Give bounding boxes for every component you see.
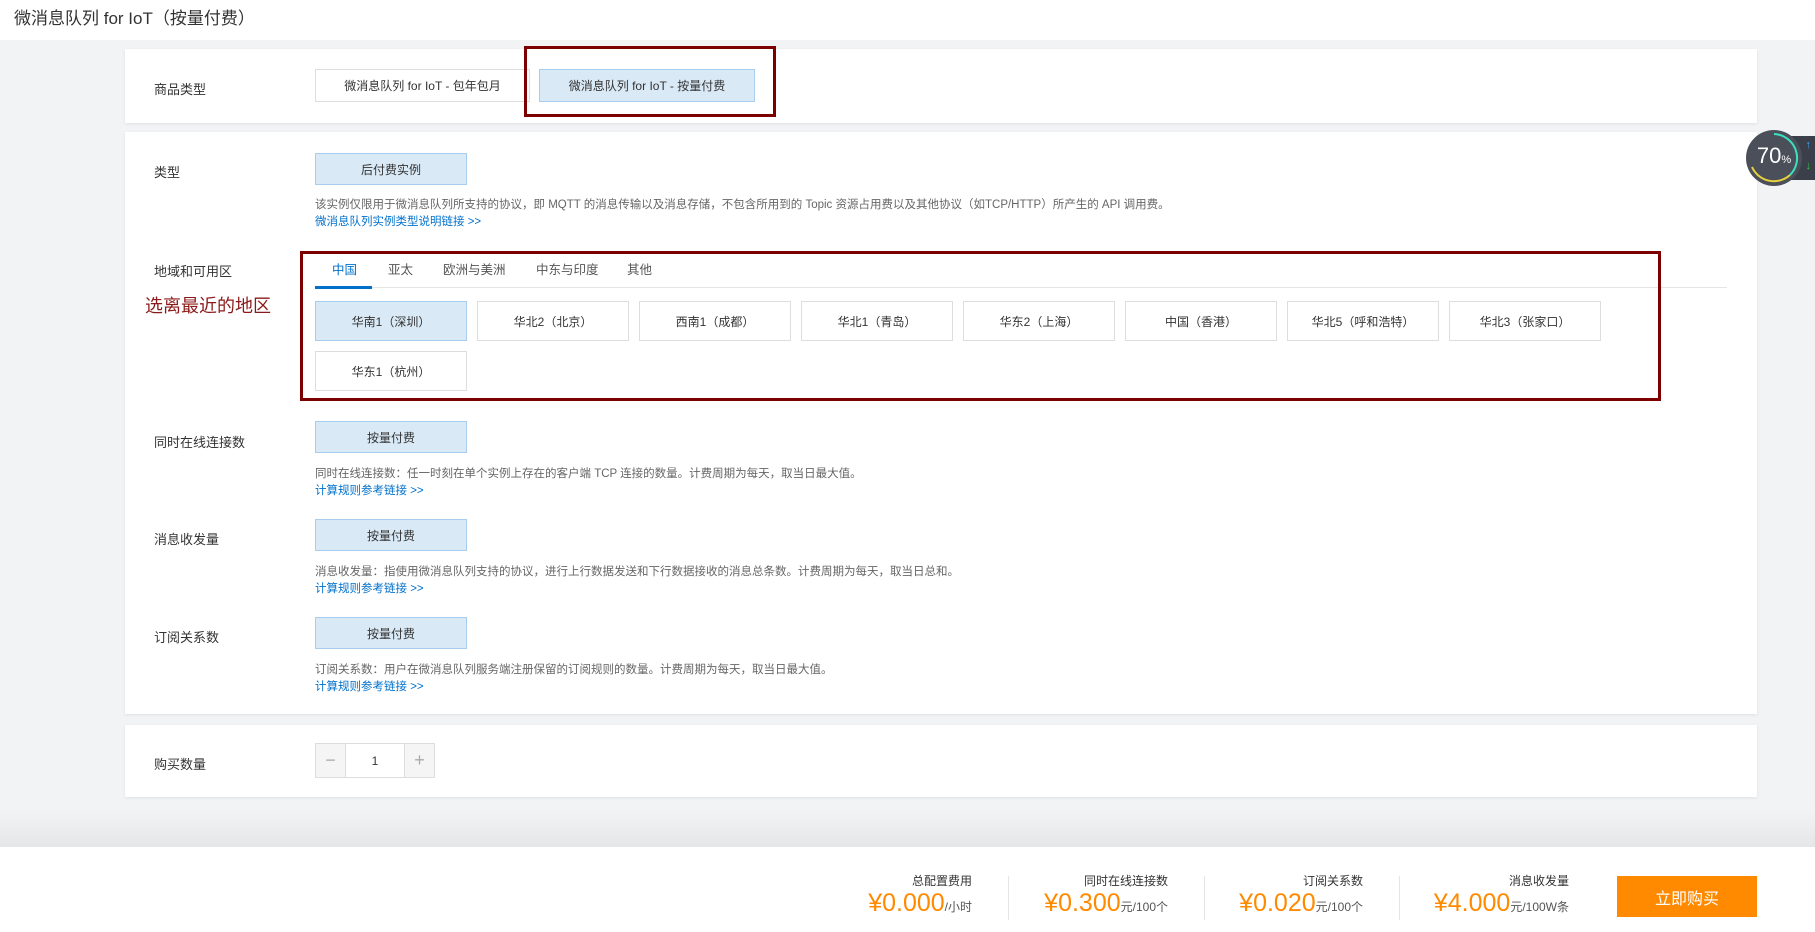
subscriptions-desc: 订阅关系数：用户在微消息队列服务端注册保留的订阅规则的数量。计费周期为每天，取当… bbox=[315, 664, 833, 676]
messages-option[interactable]: 按量付费 bbox=[315, 519, 467, 551]
footer-divider bbox=[1008, 876, 1009, 920]
type-link[interactable]: 微消息队列实例类型说明链接 >> bbox=[315, 213, 481, 229]
footer-subscriptions: 订阅关系数 ¥0.020元/100个 bbox=[1239, 874, 1363, 917]
connections-option[interactable]: 按量付费 bbox=[315, 421, 467, 453]
type-desc: 该实例仅限用于微消息队列所支持的协议，即 MQTT 的消息传输以及消息存储，不包… bbox=[315, 199, 1170, 211]
footer-divider bbox=[1204, 876, 1205, 920]
footer-messages: 消息收发量 ¥4.000元/100W条 bbox=[1433, 874, 1569, 917]
subscriptions-link[interactable]: 计算规则参考链接 >> bbox=[315, 678, 424, 694]
footer-connections: 同时在线连接数 ¥0.300元/100个 bbox=[1044, 874, 1168, 917]
type-label: 类型 bbox=[154, 165, 181, 180]
quantity-stepper: − 1 + bbox=[315, 743, 435, 778]
product-type-label: 商品类型 bbox=[154, 82, 207, 97]
quantity-label: 购买数量 bbox=[154, 757, 207, 772]
subscriptions-option[interactable]: 按量付费 bbox=[315, 617, 467, 649]
upload-arrow-icon: ↑ bbox=[1805, 139, 1812, 151]
type-option-postpaid[interactable]: 后付费实例 bbox=[315, 153, 467, 185]
footer-total: 总配置费用 ¥0.000/小时 bbox=[868, 874, 972, 917]
annotation-box bbox=[524, 46, 776, 117]
product-option-subscription[interactable]: 微消息队列 for IoT - 包年包月 bbox=[315, 69, 530, 102]
footer-shadow bbox=[0, 810, 1815, 847]
messages-label: 消息收发量 bbox=[154, 532, 220, 547]
gauge-value: 70% bbox=[1756, 143, 1792, 168]
region-annotation-box bbox=[300, 251, 1661, 401]
download-arrow-icon: ↓ bbox=[1805, 160, 1812, 172]
footer-divider bbox=[1399, 876, 1400, 920]
region-label: 地域和可用区 bbox=[154, 264, 233, 279]
buy-now-button[interactable]: 立即购买 bbox=[1617, 876, 1757, 917]
connections-label: 同时在线连接数 bbox=[154, 435, 246, 450]
decrement-button[interactable]: − bbox=[316, 744, 346, 777]
messages-link[interactable]: 计算规则参考链接 >> bbox=[315, 580, 424, 596]
region-annotation: 选离最近的地区 bbox=[145, 296, 271, 316]
subscriptions-label: 订阅关系数 bbox=[154, 630, 220, 645]
page-title: 微消息队列 for IoT（按量付费） bbox=[14, 9, 255, 28]
top-bar bbox=[0, 0, 1815, 40]
memory-gauge[interactable]: 70% bbox=[1745, 129, 1803, 187]
connections-link[interactable]: 计算规则参考链接 >> bbox=[315, 482, 424, 498]
quantity-input[interactable]: 1 bbox=[346, 744, 404, 777]
messages-desc: 消息收发量：指使用微消息队列支持的协议，进行上行数据发送和下行数据接收的消息总条… bbox=[315, 566, 959, 578]
connections-desc: 同时在线连接数：任一时刻在单个实例上存在的客户端 TCP 连接的数量。计费周期为… bbox=[315, 468, 862, 480]
increment-button[interactable]: + bbox=[404, 744, 434, 777]
